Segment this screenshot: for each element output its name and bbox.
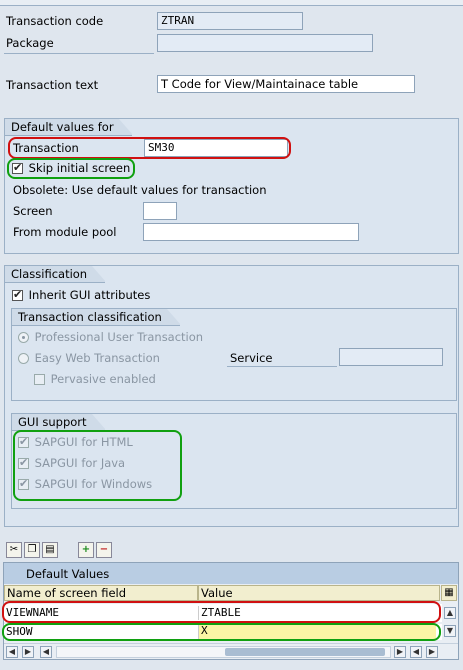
scroll-left-icon[interactable]: ◀ <box>410 646 422 658</box>
service-field[interactable] <box>339 348 443 366</box>
scroll-thumb[interactable] <box>225 648 385 656</box>
gui-support-title: GUI support <box>12 414 106 431</box>
header-divider <box>4 53 154 54</box>
scissors-icon[interactable]: ✂ <box>6 542 22 558</box>
copy-icon[interactable]: ❐ <box>24 542 40 558</box>
pervasive-checkbox[interactable] <box>34 374 45 385</box>
gui-support-highlight-ring <box>13 430 182 501</box>
table-title: Default Values <box>26 567 110 581</box>
scroll-up-button[interactable]: ▲ <box>444 607 456 619</box>
screen-field[interactable] <box>143 202 177 220</box>
scroll-right-icon[interactable]: ▶ <box>394 646 406 658</box>
transaction-highlight-ring <box>8 137 291 159</box>
scroll-left-icon[interactable]: ◀ <box>40 646 52 658</box>
column-header-name[interactable]: Name of screen field <box>4 585 198 601</box>
package-field[interactable] <box>157 34 373 52</box>
service-underline <box>227 366 337 367</box>
pervasive-label: Pervasive enabled <box>50 372 156 386</box>
transaction-text-label: Transaction text <box>6 78 99 92</box>
transaction-code-field[interactable]: ZTRAN <box>157 12 303 30</box>
pervasive-option[interactable]: Pervasive enabled <box>34 372 156 386</box>
delete-row-icon[interactable]: − <box>96 542 112 558</box>
scroll-down-button[interactable]: ▼ <box>444 625 456 637</box>
easy-web-radio[interactable] <box>18 353 29 364</box>
screen-label: Screen <box>13 204 53 218</box>
scroll-left-icon[interactable]: ◀ <box>6 646 18 658</box>
service-label: Service <box>230 351 273 365</box>
professional-option[interactable]: Professional User Transaction <box>18 330 203 344</box>
professional-label: Professional User Transaction <box>34 330 204 344</box>
easy-web-label: Easy Web Transaction <box>34 351 160 365</box>
table-title-bar: Default Values <box>4 563 458 584</box>
paste-icon[interactable]: ▤ <box>42 542 58 558</box>
horizontal-scrollbar[interactable]: ◀ ▶ ◀ ▶ ◀ ▶ <box>4 643 458 659</box>
default-values-title: Default values for <box>5 119 133 136</box>
inherit-gui-checkbox[interactable] <box>12 288 23 301</box>
obsolete-text: Obsolete: Use default values for transac… <box>13 183 267 197</box>
module-pool-label: From module pool <box>13 225 117 239</box>
package-label: Package <box>6 36 54 50</box>
inherit-gui-option[interactable]: Inherit GUI attributes <box>12 288 150 302</box>
top-separator <box>0 0 463 6</box>
skip-screen-highlight-ring <box>7 158 135 179</box>
transaction-classification-title: Transaction classification <box>12 309 181 326</box>
scroll-right-icon[interactable]: ▶ <box>22 646 34 658</box>
insert-row-icon[interactable]: + <box>78 542 94 558</box>
scroll-track[interactable] <box>56 646 391 658</box>
viewname-row-highlight-ring <box>2 601 441 623</box>
transaction-code-label: Transaction code <box>6 14 104 28</box>
inherit-gui-label: Inherit GUI attributes <box>28 288 151 302</box>
table-toolbar: ✂ ❐ ▤ + − <box>4 541 124 559</box>
scroll-right-icon[interactable]: ▶ <box>426 646 438 658</box>
column-header-value[interactable]: Value <box>198 585 440 601</box>
transaction-text-field[interactable]: T Code for View/Maintainace table <box>157 75 415 93</box>
show-row-highlight-ring <box>2 623 441 641</box>
easy-web-option[interactable]: Easy Web Transaction <box>18 351 160 365</box>
module-pool-field[interactable] <box>143 223 359 241</box>
classification-title: Classification <box>5 266 107 283</box>
table-settings-icon[interactable]: ▦ <box>441 585 457 601</box>
professional-radio[interactable] <box>18 332 29 343</box>
